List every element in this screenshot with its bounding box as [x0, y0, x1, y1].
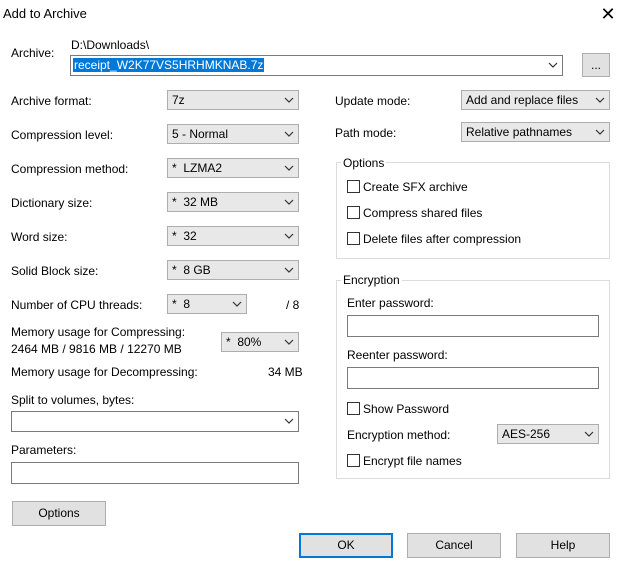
create-sfx-checkbox[interactable] — [347, 180, 360, 193]
path-mode-select[interactable]: Relative pathnames — [461, 122, 610, 142]
parameters-label: Parameters: — [11, 443, 77, 457]
compression-method-select[interactable]: * LZMA2 — [167, 158, 299, 178]
show-password-label[interactable]: Show Password — [363, 402, 449, 416]
chevron-down-icon — [284, 165, 294, 171]
chevron-down-icon — [284, 233, 294, 239]
memory-compress-label: Memory usage for Compressing: — [11, 325, 186, 339]
parameters-input[interactable] — [11, 462, 299, 484]
chevron-down-icon — [284, 418, 294, 424]
compression-level-label: Compression level: — [11, 128, 114, 142]
archive-format-value: 7z — [172, 93, 185, 107]
solid-block-label: Solid Block size: — [11, 264, 99, 278]
chevron-down-icon — [548, 62, 558, 68]
create-sfx-label[interactable]: Create SFX archive — [363, 180, 468, 194]
update-mode-label: Update mode: — [335, 94, 411, 108]
memory-usage-value: * 80% — [226, 335, 262, 349]
enter-password-label: Enter password: — [347, 296, 434, 310]
compression-method-value: * LZMA2 — [172, 161, 223, 175]
update-mode-value: Add and replace files — [466, 93, 579, 107]
options-group-title: Options — [341, 156, 387, 170]
compression-level-select[interactable]: 5 - Normal — [167, 124, 299, 144]
archive-name-combo[interactable]: receipt_W2K77VS5HRHMKNAB.7z — [70, 55, 563, 76]
encryption-group-title: Encryption — [341, 273, 402, 287]
cpu-threads-value: * 8 — [172, 297, 191, 311]
path-mode-value: Relative pathnames — [466, 125, 573, 139]
reenter-password-input[interactable] — [347, 367, 599, 389]
compress-shared-checkbox[interactable] — [347, 206, 360, 219]
archive-folder: D:\Downloads\ — [71, 38, 150, 52]
word-size-select[interactable]: * 32 — [167, 226, 299, 246]
chevron-down-icon — [284, 97, 294, 103]
word-size-label: Word size: — [11, 230, 68, 244]
chevron-down-icon — [595, 129, 605, 135]
chevron-down-icon — [584, 431, 594, 437]
ok-button[interactable]: OK — [299, 533, 393, 558]
help-button[interactable]: Help — [516, 533, 610, 558]
enter-password-input[interactable] — [347, 315, 599, 337]
word-size-value: * 32 — [172, 229, 197, 243]
compression-method-label: Compression method: — [11, 162, 129, 176]
cancel-button[interactable]: Cancel — [407, 533, 501, 558]
encryption-method-value: AES-256 — [502, 427, 551, 441]
title-bar: Add to Archive ✕ — [0, 0, 623, 28]
memory-decompress-label: Memory usage for Decompressing: — [11, 365, 198, 379]
chevron-down-icon — [232, 301, 242, 307]
encryption-method-select[interactable]: AES-256 — [497, 424, 599, 444]
window-title: Add to Archive — [3, 6, 87, 21]
dictionary-size-label: Dictionary size: — [11, 196, 93, 210]
delete-after-checkbox[interactable] — [347, 232, 360, 245]
split-volumes-combo[interactable] — [11, 411, 299, 432]
split-volumes-label: Split to volumes, bytes: — [11, 393, 135, 407]
archive-label: Archive: — [11, 46, 55, 60]
encrypt-names-label[interactable]: Encrypt file names — [363, 454, 462, 468]
delete-after-label[interactable]: Delete files after compression — [363, 232, 521, 246]
cpu-threads-select[interactable]: * 8 — [167, 294, 247, 314]
encrypt-names-checkbox[interactable] — [347, 454, 360, 467]
memory-compress-detail: 2464 MB / 9816 MB / 12270 MB — [11, 342, 182, 356]
chevron-down-icon — [284, 339, 294, 345]
options-button[interactable]: Options — [12, 501, 106, 526]
solid-block-select[interactable]: * 8 GB — [167, 260, 299, 280]
compression-level-value: 5 - Normal — [172, 127, 229, 141]
close-icon[interactable]: ✕ — [597, 3, 619, 25]
compress-shared-label[interactable]: Compress shared files — [363, 206, 482, 220]
archive-format-select[interactable]: 7z — [167, 90, 299, 110]
update-mode-select[interactable]: Add and replace files — [461, 90, 610, 110]
reenter-password-label: Reenter password: — [347, 348, 448, 362]
cpu-threads-max: / 8 — [286, 298, 300, 312]
chevron-down-icon — [284, 199, 294, 205]
dictionary-size-value: * 32 MB — [172, 195, 219, 209]
browse-button[interactable]: ... — [582, 53, 610, 77]
show-password-checkbox[interactable] — [347, 402, 360, 415]
memory-decompress-value: 34 MB — [268, 365, 303, 379]
archive-format-label: Archive format: — [11, 94, 92, 108]
encryption-method-label: Encryption method: — [347, 428, 451, 442]
archive-name-text: receipt_W2K77VS5HRHMKNAB.7z — [73, 58, 265, 72]
chevron-down-icon — [284, 131, 294, 137]
path-mode-label: Path mode: — [335, 126, 397, 140]
cpu-threads-label: Number of CPU threads: — [11, 298, 143, 312]
chevron-down-icon — [284, 267, 294, 273]
solid-block-value: * 8 GB — [172, 263, 211, 277]
chevron-down-icon — [595, 97, 605, 103]
memory-usage-select[interactable]: * 80% — [221, 332, 299, 352]
dictionary-size-select[interactable]: * 32 MB — [167, 192, 299, 212]
